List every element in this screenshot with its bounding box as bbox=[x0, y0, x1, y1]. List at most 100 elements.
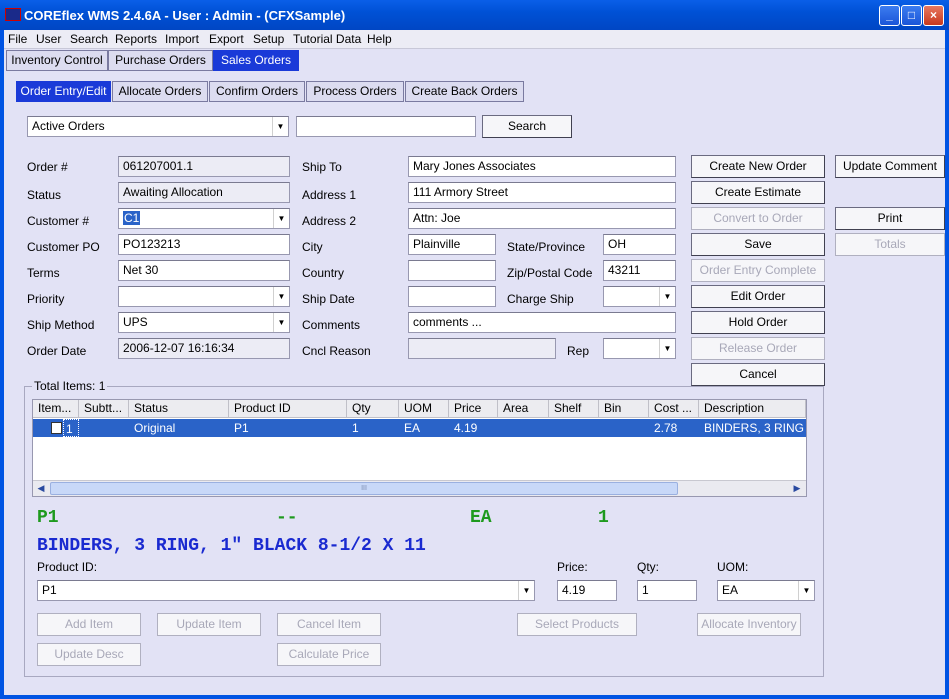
ship-to-label: Ship To bbox=[302, 160, 342, 174]
selected-product-id: P1 bbox=[37, 508, 59, 528]
menu-file[interactable]: File bbox=[8, 32, 27, 46]
status-label: Status bbox=[27, 188, 62, 202]
comments-field[interactable]: comments ... bbox=[408, 312, 676, 333]
order-entry-complete-button[interactable]: Order Entry Complete bbox=[691, 259, 825, 282]
customer-po-field[interactable]: PO123213 bbox=[118, 234, 290, 255]
allocate-inventory-button[interactable]: Allocate Inventory bbox=[697, 613, 801, 636]
order-filter-select[interactable]: Active Orders ▼ bbox=[27, 116, 289, 137]
col-header-item[interactable]: Item... bbox=[33, 400, 79, 418]
tab-order-entry-edit[interactable]: Order Entry/Edit bbox=[16, 81, 111, 102]
chevron-down-icon: ▼ bbox=[798, 581, 814, 600]
customer-no-select[interactable]: C1 ▼ bbox=[118, 208, 290, 229]
col-header-status[interactable]: Status bbox=[129, 400, 229, 418]
comments-label: Comments bbox=[302, 318, 361, 332]
address1-field[interactable]: 111 Armory Street bbox=[408, 182, 676, 203]
col-header-cost[interactable]: Cost ... bbox=[649, 400, 699, 418]
minimize-button[interactable]: _ bbox=[879, 5, 900, 26]
rep-select[interactable]: ▼ bbox=[603, 338, 676, 359]
totals-button[interactable]: Totals bbox=[835, 233, 945, 256]
order-no-field: 061207001.1 bbox=[118, 156, 290, 177]
tab-allocate-orders[interactable]: Allocate Orders bbox=[112, 81, 208, 102]
charge-ship-select[interactable]: ▼ bbox=[603, 286, 676, 307]
tab-purchase-orders[interactable]: Purchase Orders bbox=[108, 50, 213, 71]
edit-order-button[interactable]: Edit Order bbox=[691, 285, 825, 308]
menu-help[interactable]: Help bbox=[367, 32, 392, 46]
chevron-down-icon: ▼ bbox=[659, 287, 675, 306]
print-button[interactable]: Print bbox=[835, 207, 945, 230]
cancel-item-button[interactable]: Cancel Item bbox=[277, 613, 381, 636]
document-icon bbox=[51, 422, 62, 434]
ship-date-field[interactable] bbox=[408, 286, 496, 307]
menu-search[interactable]: Search bbox=[70, 32, 108, 46]
col-header-uom[interactable]: UOM bbox=[399, 400, 449, 418]
uom-label: UOM: bbox=[717, 560, 749, 574]
menu-reports[interactable]: Reports bbox=[115, 32, 157, 46]
cell-bin bbox=[599, 419, 649, 437]
terms-label: Terms bbox=[27, 266, 60, 280]
add-item-button[interactable]: Add Item bbox=[37, 613, 141, 636]
menu-export[interactable]: Export bbox=[209, 32, 244, 46]
scroll-right-icon[interactable]: ▶ bbox=[790, 482, 804, 495]
cancel-button[interactable]: Cancel bbox=[691, 363, 825, 386]
ship-method-select[interactable]: UPS ▼ bbox=[118, 312, 290, 333]
menu-tutorial-data[interactable]: Tutorial Data bbox=[293, 32, 361, 46]
create-new-order-button[interactable]: Create New Order bbox=[691, 155, 825, 178]
uom-select[interactable]: EA ▼ bbox=[717, 580, 815, 601]
priority-select[interactable]: ▼ bbox=[118, 286, 290, 307]
update-comment-button[interactable]: Update Comment bbox=[835, 155, 945, 178]
tab-process-orders[interactable]: Process Orders bbox=[306, 81, 404, 102]
order-date-field: 2006-12-07 16:16:34 bbox=[118, 338, 290, 359]
calculate-price-button[interactable]: Calculate Price bbox=[277, 643, 381, 666]
scroll-left-icon[interactable]: ◀ bbox=[34, 482, 48, 495]
search-input[interactable] bbox=[296, 116, 476, 137]
city-label: City bbox=[302, 240, 323, 254]
col-header-subtotal[interactable]: Subtt... bbox=[79, 400, 129, 418]
status-field: Awaiting Allocation bbox=[118, 182, 290, 203]
col-header-price[interactable]: Price bbox=[449, 400, 498, 418]
save-button[interactable]: Save bbox=[691, 233, 825, 256]
ship-to-field[interactable]: Mary Jones Associates bbox=[408, 156, 676, 177]
update-item-button[interactable]: Update Item bbox=[157, 613, 261, 636]
search-button[interactable]: Search bbox=[482, 115, 572, 138]
release-order-button[interactable]: Release Order bbox=[691, 337, 825, 360]
state-field[interactable]: OH bbox=[603, 234, 676, 255]
qty-field[interactable]: 1 bbox=[637, 580, 697, 601]
hold-order-button[interactable]: Hold Order bbox=[691, 311, 825, 334]
col-header-product-id[interactable]: Product ID bbox=[229, 400, 347, 418]
select-products-button[interactable]: Select Products bbox=[517, 613, 637, 636]
convert-to-order-button[interactable]: Convert to Order bbox=[691, 207, 825, 230]
update-desc-button[interactable]: Update Desc bbox=[37, 643, 141, 666]
cell-price: 4.19 bbox=[454, 421, 478, 435]
table-row[interactable]: 1 Original P1 1 EA 4.19 2.78 BINDERS, 3 … bbox=[33, 419, 806, 437]
customer-no-label: Customer # bbox=[27, 214, 90, 228]
horizontal-scrollbar[interactable]: ◀ III ▶ bbox=[33, 480, 806, 496]
col-header-qty[interactable]: Qty bbox=[347, 400, 399, 418]
address2-field[interactable]: Attn: Joe bbox=[408, 208, 676, 229]
col-header-shelf[interactable]: Shelf bbox=[549, 400, 599, 418]
cell-description: BINDERS, 3 RING bbox=[704, 421, 805, 435]
scroll-thumb[interactable]: III bbox=[50, 482, 678, 495]
tab-sales-orders[interactable]: Sales Orders bbox=[213, 50, 299, 71]
menu-user[interactable]: User bbox=[36, 32, 61, 46]
country-field[interactable] bbox=[408, 260, 496, 281]
close-button[interactable]: × bbox=[923, 5, 944, 26]
tab-confirm-orders[interactable]: Confirm Orders bbox=[209, 81, 305, 102]
zip-field[interactable]: 43211 bbox=[603, 260, 676, 281]
col-header-area[interactable]: Area bbox=[498, 400, 549, 418]
product-id-select[interactable]: P1 ▼ bbox=[37, 580, 535, 601]
menu-import[interactable]: Import bbox=[165, 32, 199, 46]
menu-setup[interactable]: Setup bbox=[253, 32, 284, 46]
city-field[interactable]: Plainville bbox=[408, 234, 496, 255]
tab-create-back-orders[interactable]: Create Back Orders bbox=[405, 81, 524, 102]
chevron-down-icon: ▼ bbox=[273, 209, 289, 228]
terms-field[interactable]: Net 30 bbox=[118, 260, 290, 281]
col-header-bin[interactable]: Bin bbox=[599, 400, 649, 418]
price-field[interactable]: 4.19 bbox=[557, 580, 617, 601]
maximize-button[interactable]: □ bbox=[901, 5, 922, 26]
tab-inventory-control[interactable]: Inventory Control bbox=[6, 50, 108, 71]
cell-subtotal bbox=[79, 419, 129, 437]
uom-value: EA bbox=[722, 583, 739, 597]
col-header-description[interactable]: Description bbox=[699, 400, 806, 418]
create-estimate-button[interactable]: Create Estimate bbox=[691, 181, 825, 204]
product-id-label: Product ID: bbox=[37, 560, 98, 574]
